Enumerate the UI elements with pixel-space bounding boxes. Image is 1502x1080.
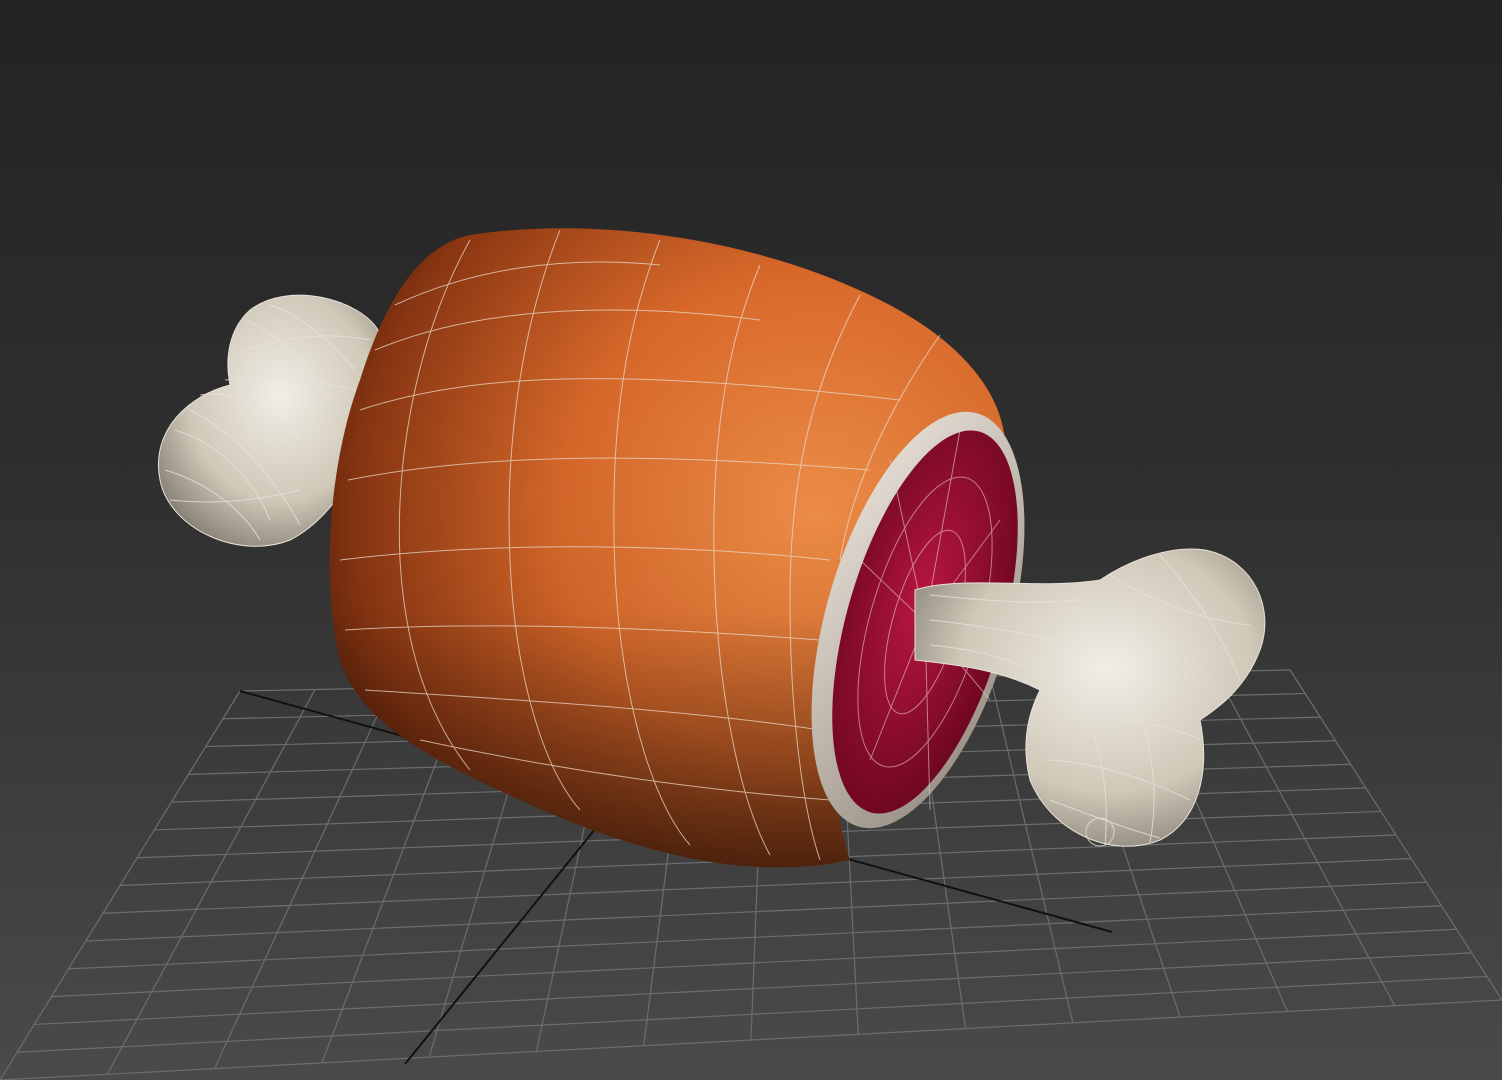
viewport-canvas[interactable] (0, 0, 1502, 1080)
3d-viewport[interactable] (0, 0, 1502, 1080)
grid-line (1289, 669, 1502, 1001)
grid-line (51, 928, 1457, 998)
grid-line (1214, 671, 1396, 1006)
grid-axis-y (404, 822, 601, 1065)
grid-line (0, 999, 1502, 1080)
